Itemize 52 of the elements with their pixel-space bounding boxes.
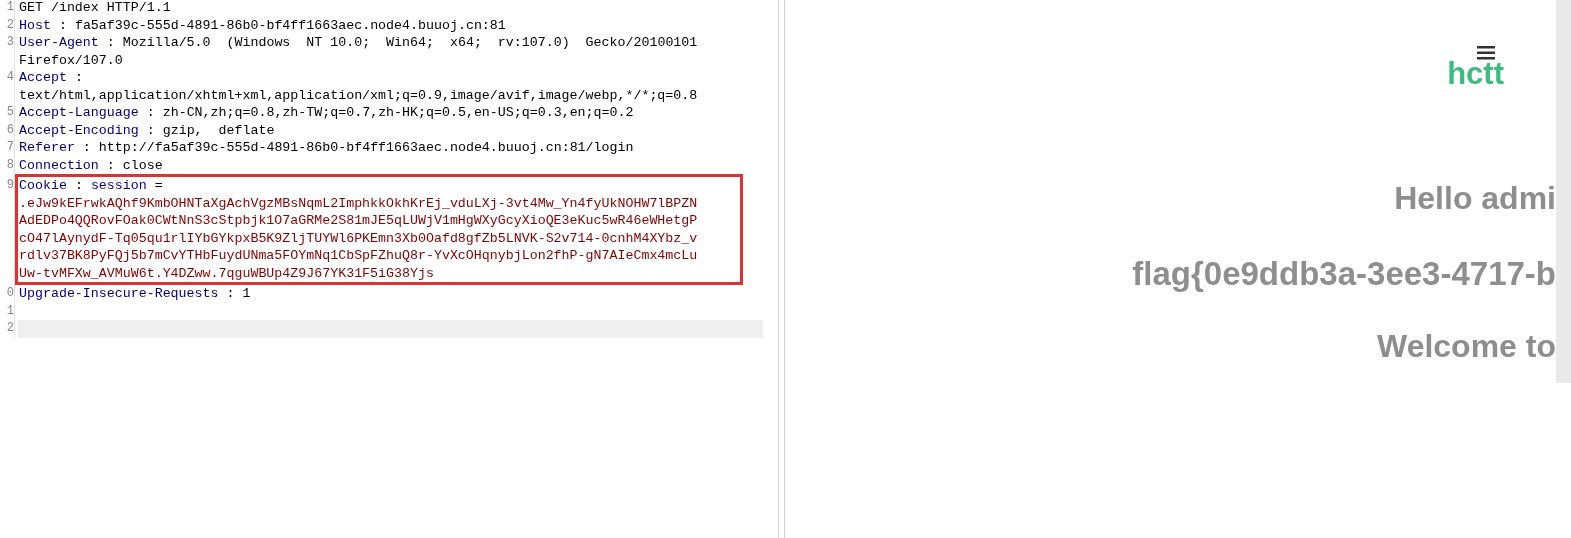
- equals-sign: =: [154, 177, 163, 195]
- header-name: Referer: [19, 139, 75, 157]
- header-value: zh-CN,zh;q=0.8,zh-TW;q=0.7,zh-HK;q=0.5,en-US;q=0.3,en;q=0.2: [162, 104, 634, 122]
- header-separator: :: [226, 285, 235, 303]
- page-message: Hello admi: [1394, 179, 1556, 218]
- header-value: gzip, deflate: [162, 121, 275, 139]
- line-number: 9: [6, 177, 14, 194]
- cookie-name: session: [90, 177, 147, 195]
- request-line: GET /index HTTP/1.1: [19, 0, 171, 17]
- header-value: Firefox/107.0: [19, 51, 123, 69]
- site-logo[interactable]: hctt: [1447, 56, 1504, 92]
- header-value: close: [122, 156, 163, 174]
- header-separator: :: [74, 177, 83, 195]
- line-number: 4: [6, 69, 14, 86]
- header-separator: :: [106, 34, 115, 52]
- header-separator: :: [58, 16, 67, 34]
- line-number: 8: [6, 156, 14, 174]
- line-number: 5: [6, 104, 14, 121]
- line-number: 7: [6, 139, 14, 156]
- header-name: Cookie: [19, 177, 67, 195]
- header-name: Connection: [19, 156, 99, 174]
- line-number: 1: [6, 302, 14, 320]
- header-value: Mozilla/5.0 (Windows NT 10.0; Win64; x64; rv:107.0) Gecko/20100101: [122, 34, 698, 52]
- header-name: Accept: [19, 69, 67, 87]
- line-number: 6: [6, 121, 14, 139]
- header-value: 1: [242, 285, 251, 303]
- header-value: cO47lAynydF-Tq05qu1rlIYbGYkpxB5K9ZljTUYWl6PKEmn3Xb0Oafd8gfZb5LNVK-S2v714-0cnhM4XYbz_v: [19, 229, 698, 247]
- header-value: text/html,application/xhtml+xml,application/xml;q=0.9,image/avif,image/webp,*/*;q=0.8: [19, 86, 698, 104]
- header-separator: :: [146, 121, 155, 139]
- header-separator: :: [106, 156, 115, 174]
- page-message: flag{0e9ddb3a-3ee3-4717-b: [1132, 254, 1556, 294]
- header-value: http://fa5af39c-555d-4891-86b0-bf4ff1663aec.node4.buuoj.cn:81/login: [98, 139, 634, 157]
- page-message: Welcome to: [1377, 327, 1556, 366]
- header-name: Upgrade-Insecure-Requests: [19, 285, 219, 303]
- line-number: 2: [6, 320, 14, 337]
- header-separator: :: [146, 104, 155, 122]
- line-number: 2: [6, 16, 14, 34]
- line-number: 0: [6, 285, 14, 302]
- line-number: 1: [6, 0, 14, 16]
- header-value: Uw-tvMFXw_AVMuW6t.Y4DZww.7qguWBUp4Z9J67YK31F5iG38Yjs: [19, 264, 434, 282]
- header-value: AdEDPo4QQRovFOak0CWtNnS3cStpbjk1O7aGRMe2S81mJE5qLUWjV1mHgWXyGcyXioQE3eKuc5wR46eWHetgP: [19, 212, 698, 230]
- header-name: User-Agent: [19, 34, 99, 52]
- header-separator: :: [74, 69, 83, 87]
- menu-icon[interactable]: [1477, 46, 1496, 60]
- header-name: Accept-Encoding: [19, 121, 139, 139]
- header-value: fa5af39c-555d-4891-86b0-bf4ff1663aec.node4.buuoj.cn:81: [74, 16, 506, 34]
- header-separator: :: [82, 139, 91, 157]
- header-name: Host: [19, 16, 51, 34]
- header-name: Accept-Language: [19, 104, 139, 122]
- line-number: 3: [6, 34, 14, 51]
- header-value: rdlv37BK8PyFQj5b7mCvYTHbFuydUNma5FOYmNq1CbSpFZhuQ8r-YvXcOHqnybjLon2fhP-gN7AIeCmx4mcLu: [19, 247, 698, 265]
- header-value: .eJw9kEFrwkAQhf9KmbOHNTaXgAchVgzMBsNqmL2ImphkkOkhKrEj_vduLXj-3vt4Mw_Yn4fyUkNOHW7lBPZN: [19, 194, 698, 212]
